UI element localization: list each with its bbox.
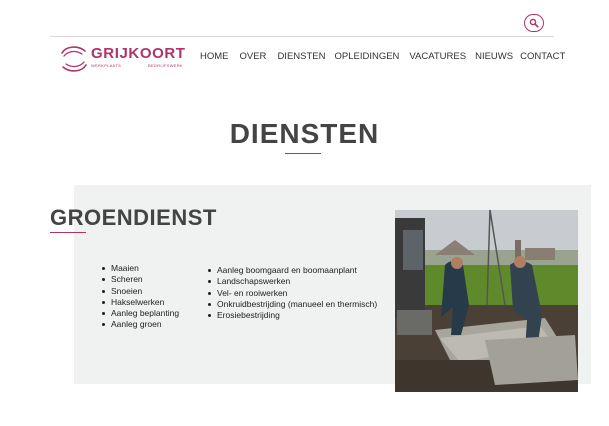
hands-logo-icon bbox=[61, 46, 87, 72]
list-item: Snoeien bbox=[102, 286, 179, 297]
nav-item-over[interactable]: OVER bbox=[240, 51, 267, 62]
nav-item-contact[interactable]: CONTACT bbox=[520, 51, 565, 62]
list-item: Erosiebestrijding bbox=[208, 310, 377, 321]
nav-item-diensten[interactable]: DIENSTEN bbox=[277, 51, 325, 62]
logo-subtitle-left: WERKPLAATS bbox=[91, 63, 122, 68]
section-title-underline bbox=[50, 232, 86, 233]
section-title: GROENDIENST bbox=[50, 205, 217, 230]
list-item: Landschapswerken bbox=[208, 276, 377, 287]
logo-wordmark: GRIJKOORT bbox=[91, 45, 186, 62]
list-item: Scheren bbox=[102, 274, 179, 285]
services-list-left: Maaien Scheren Snoeien Hakselwerken Aanl… bbox=[102, 263, 179, 331]
main-nav: HOME OVER DIENSTEN OPLEIDINGEN VACATURES… bbox=[200, 51, 565, 62]
page-title: DIENSTEN bbox=[229, 118, 380, 149]
list-item: Aanleg boomgaard en boomaanplant bbox=[208, 265, 377, 276]
nav-item-opleidingen[interactable]: OPLEIDINGEN bbox=[334, 51, 399, 62]
search-button[interactable] bbox=[524, 14, 544, 32]
logo[interactable]: GRIJKOORT WERKPLAATS BEDRIJFSWERK bbox=[58, 43, 185, 75]
search-icon bbox=[529, 18, 539, 28]
nav-item-nieuws[interactable]: NIEUWS bbox=[475, 51, 513, 62]
header-divider bbox=[50, 36, 554, 37]
nav-item-vacatures[interactable]: VACATURES bbox=[409, 51, 466, 62]
page-title-underline bbox=[285, 153, 321, 154]
service-photo bbox=[395, 210, 578, 392]
list-item: Aanleg beplanting bbox=[102, 308, 179, 319]
services-list-right: Aanleg boomgaard en boomaanplant Landsch… bbox=[208, 265, 377, 321]
workers-photo-illustration bbox=[395, 210, 578, 392]
list-item: Hakselwerken bbox=[102, 297, 179, 308]
nav-item-home[interactable]: HOME bbox=[200, 51, 229, 62]
list-item: Vel- en rooiwerken bbox=[208, 288, 377, 299]
list-item: Onkruidbestrijding (manueel en thermisch… bbox=[208, 299, 377, 310]
list-item: Aanleg groen bbox=[102, 319, 179, 330]
logo-subtitle-right: BEDRIJFSWERK bbox=[148, 63, 183, 68]
list-item: Maaien bbox=[102, 263, 179, 274]
